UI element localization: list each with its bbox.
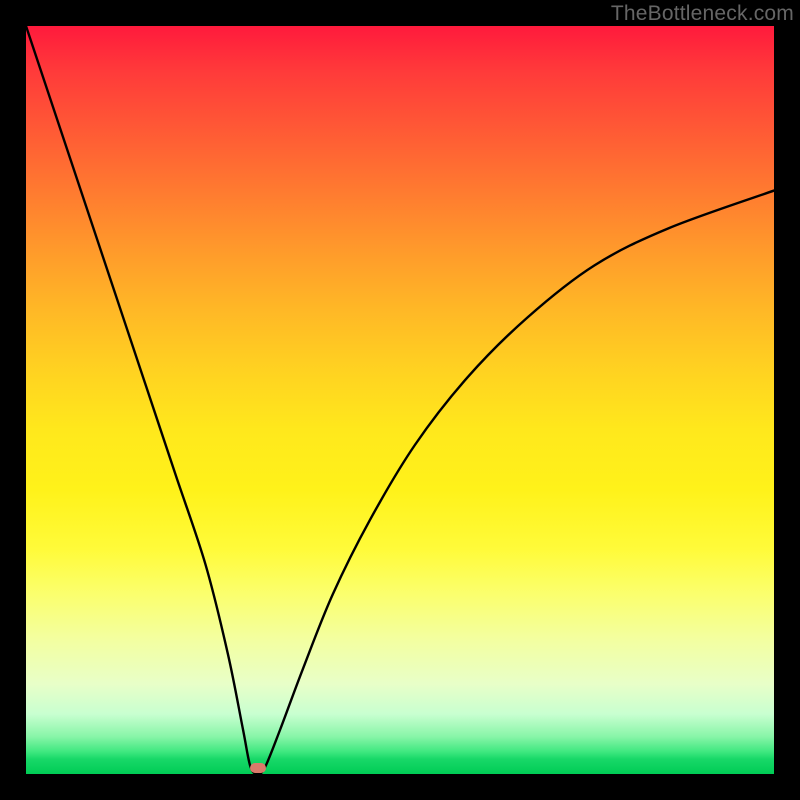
chart-svg: [26, 26, 774, 774]
chart-frame: [26, 26, 774, 774]
watermark-text: TheBottleneck.com: [611, 2, 794, 26]
minimum-marker: [250, 763, 266, 773]
bottleneck-curve: [26, 26, 774, 774]
